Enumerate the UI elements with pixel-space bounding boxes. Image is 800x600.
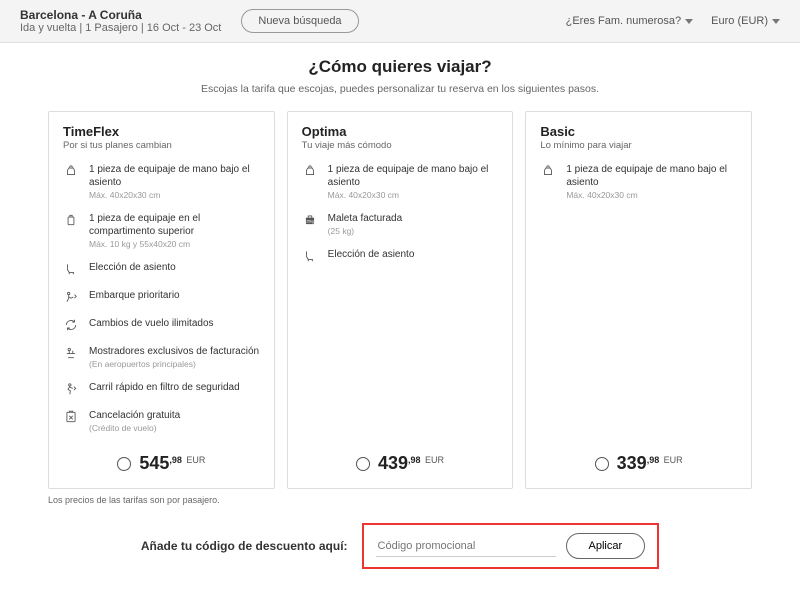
- topbar-left: Barcelona - A Coruña Ida y vuelta | 1 Pa…: [20, 8, 359, 34]
- feature-text: Carril rápido en filtro de seguridad: [89, 381, 240, 394]
- desk-icon: [63, 345, 79, 361]
- bag-under-seat-icon: [302, 163, 318, 179]
- large-family-label: ¿Eres Fam. numerosa?: [566, 15, 682, 27]
- feature-text: 1 pieza de equipaje de mano bajo el asie…: [89, 163, 260, 189]
- fare-card[interactable]: TimeFlexPor si tus planes cambian 1 pieza…: [48, 111, 275, 489]
- changes-icon: [63, 317, 79, 333]
- price-row[interactable]: 439,98 EUR: [302, 453, 499, 474]
- fare-name: Basic: [540, 124, 737, 139]
- fare-radio[interactable]: [356, 457, 370, 471]
- bag-under-seat-icon: [540, 163, 556, 179]
- price-row[interactable]: 339,98 EUR: [540, 453, 737, 474]
- currency-dropdown[interactable]: Euro (EUR): [711, 15, 780, 27]
- cancel-icon: [63, 409, 79, 425]
- feature-text: 1 pieza de equipaje de mano bajo el asie…: [328, 163, 499, 189]
- trip-summary: Barcelona - A Coruña Ida y vuelta | 1 Pa…: [20, 8, 221, 34]
- feature-row: Carril rápido en filtro de seguridad: [63, 381, 260, 397]
- apply-button[interactable]: Aplicar: [566, 533, 646, 559]
- fare-tagline: Por si tus planes cambian: [63, 140, 260, 151]
- feature-text: Elección de asiento: [328, 248, 415, 261]
- feature-row: Elección de asiento: [63, 261, 260, 277]
- feature-text: Elección de asiento: [89, 261, 176, 274]
- feature-text: Mostradores exclusivos de facturación: [89, 345, 259, 358]
- feature-text: Embarque prioritario: [89, 289, 180, 302]
- topbar: Barcelona - A Coruña Ida y vuelta | 1 Pa…: [0, 0, 800, 43]
- feature-text: 1 pieza de equipaje de mano bajo el asie…: [566, 163, 737, 189]
- feature-text: Maleta facturada: [328, 212, 403, 225]
- feature-subtext: Máx. 40x20x30 cm: [566, 190, 737, 200]
- feature-row: 1 pieza de equipaje en el compartimento …: [63, 212, 260, 249]
- fare-radio[interactable]: [117, 457, 131, 471]
- svg-text:25kg: 25kg: [306, 219, 314, 223]
- feature-row: Mostradores exclusivos de facturación(En…: [63, 345, 260, 369]
- feature-subtext: (En aeropuertos principales): [89, 359, 259, 369]
- promo-section: Añade tu código de descuento aquí: Aplic…: [48, 523, 752, 569]
- feature-row: 1 pieza de equipaje de mano bajo el asie…: [302, 163, 499, 200]
- price-integer: 439: [378, 453, 408, 473]
- feature-row: Embarque prioritario: [63, 289, 260, 305]
- feature-text: 1 pieza de equipaje en el compartimento …: [89, 212, 260, 238]
- checked-bag-icon: 25kg: [302, 212, 318, 228]
- feature-row: Elección de asiento: [302, 248, 499, 264]
- main-content: ¿Cómo quieres viajar? Escojas la tarifa …: [0, 43, 800, 569]
- price-footnote: Los precios de las tarifas son por pasaj…: [48, 495, 752, 505]
- price-integer: 545: [139, 453, 169, 473]
- seat-icon: [302, 248, 318, 264]
- promo-label: Añade tu código de descuento aquí:: [141, 539, 348, 553]
- fare-card[interactable]: BasicLo mínimo para viajar 1 pieza de equ…: [525, 111, 752, 489]
- feature-subtext: (25 kg): [328, 226, 403, 236]
- cabin-bag-icon: [63, 212, 79, 228]
- fare-tagline: Tu viaje más cómodo: [302, 140, 499, 151]
- feature-text: Cambios de vuelo ilimitados: [89, 317, 214, 330]
- new-search-button[interactable]: Nueva búsqueda: [241, 9, 358, 33]
- promo-highlight-box: Aplicar: [362, 523, 660, 569]
- feature-subtext: (Crédito de vuelo): [89, 423, 180, 433]
- feature-row: Cambios de vuelo ilimitados: [63, 317, 260, 333]
- price-decimal: ,98: [647, 455, 660, 465]
- seat-icon: [63, 261, 79, 277]
- fare-cards: TimeFlexPor si tus planes cambian 1 pieza…: [48, 111, 752, 489]
- feature-subtext: Máx. 40x20x30 cm: [328, 190, 499, 200]
- fare-card[interactable]: OptimaTu viaje más cómodo 1 pieza de equi…: [287, 111, 514, 489]
- page-subtitle: Escojas la tarifa que escojas, puedes pe…: [48, 83, 752, 95]
- currency-label: Euro (EUR): [711, 15, 768, 27]
- topbar-right: ¿Eres Fam. numerosa? Euro (EUR): [566, 15, 780, 27]
- fare-tagline: Lo mínimo para viajar: [540, 140, 737, 151]
- feature-subtext: Máx. 10 kg y 55x40x20 cm: [89, 239, 260, 249]
- price-currency: EUR: [425, 455, 444, 465]
- page-title: ¿Cómo quieres viajar?: [48, 57, 752, 77]
- feature-subtext: Máx. 40x20x30 cm: [89, 190, 260, 200]
- trip-route: Barcelona - A Coruña: [20, 8, 221, 22]
- price-decimal: ,98: [408, 455, 421, 465]
- price-integer: 339: [617, 453, 647, 473]
- feature-row: 1 pieza de equipaje de mano bajo el asie…: [540, 163, 737, 200]
- chevron-down-icon: [772, 19, 780, 24]
- priority-icon: [63, 289, 79, 305]
- price-currency: EUR: [664, 455, 683, 465]
- trip-details: Ida y vuelta | 1 Pasajero | 16 Oct - 23 …: [20, 22, 221, 34]
- feature-row: 1 pieza de equipaje de mano bajo el asie…: [63, 163, 260, 200]
- fast-lane-icon: [63, 381, 79, 397]
- fare-name: Optima: [302, 124, 499, 139]
- price-currency: EUR: [186, 455, 205, 465]
- feature-text: Cancelación gratuita: [89, 409, 180, 422]
- feature-row: Cancelación gratuita(Crédito de vuelo): [63, 409, 260, 433]
- fare-radio[interactable]: [595, 457, 609, 471]
- feature-row: 25kg Maleta facturada(25 kg): [302, 212, 499, 236]
- price-decimal: ,98: [169, 455, 182, 465]
- promo-code-input[interactable]: [376, 536, 556, 557]
- bag-under-seat-icon: [63, 163, 79, 179]
- chevron-down-icon: [685, 19, 693, 24]
- price-row[interactable]: 545,98 EUR: [63, 453, 260, 474]
- large-family-dropdown[interactable]: ¿Eres Fam. numerosa?: [566, 15, 694, 27]
- fare-name: TimeFlex: [63, 124, 260, 139]
